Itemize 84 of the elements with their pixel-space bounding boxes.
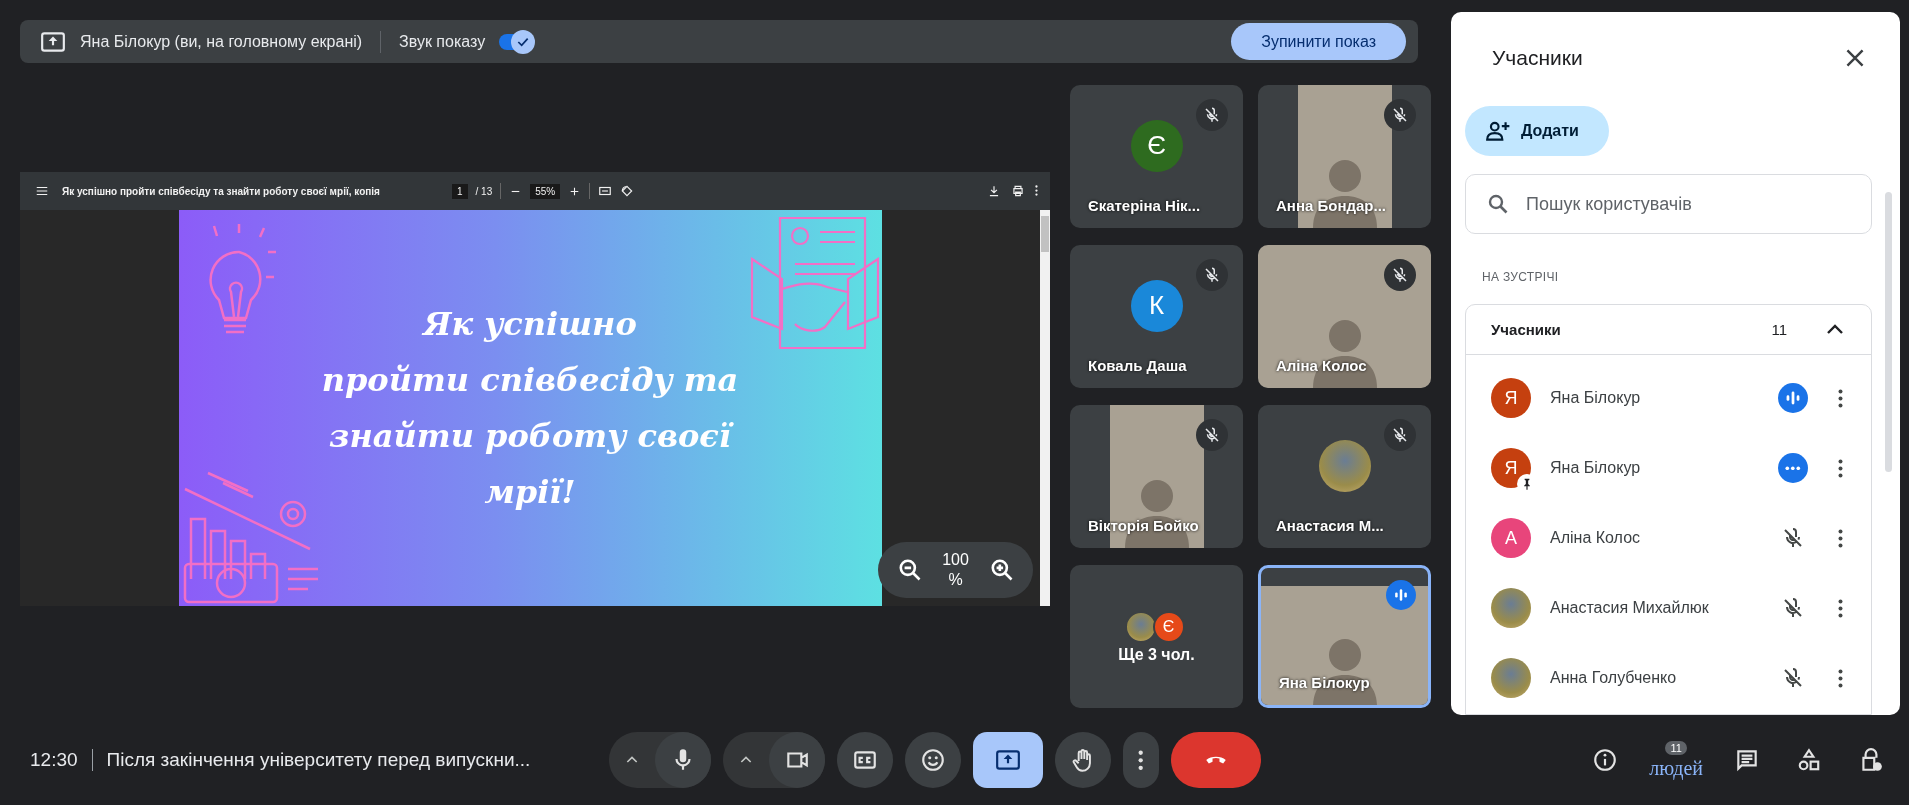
presenter-label: Яна Білокур (ви, на головному екрані) xyxy=(80,32,363,51)
mic-off-icon xyxy=(1203,266,1221,284)
more-options-button[interactable] xyxy=(1838,668,1843,688)
search-icon xyxy=(1486,192,1510,216)
people-button[interactable]: 11 людей xyxy=(1649,741,1703,779)
participant-tile[interactable]: Анастасия М... xyxy=(1258,405,1431,548)
end-call-button[interactable] xyxy=(1170,732,1261,788)
participant-tile[interactable]: Яна Білокур xyxy=(1258,565,1431,708)
participant-tile[interactable]: Є Єкатеріна Нік... xyxy=(1070,85,1243,228)
scrollbar[interactable] xyxy=(1885,192,1892,472)
participant-name: Аліна Колос xyxy=(1276,357,1367,374)
participant-tile[interactable]: Є Ще 3 чол. xyxy=(1070,565,1243,708)
participant-name: Ще 3 чол. xyxy=(1117,646,1196,664)
page-total: / 13 xyxy=(475,185,493,197)
menu-icon xyxy=(35,184,49,198)
more-options-button[interactable] xyxy=(1838,528,1843,548)
more-icon xyxy=(1838,668,1843,688)
participant-name: Яна Білокур xyxy=(1550,459,1642,477)
participant-name: Коваль Даша xyxy=(1088,357,1187,374)
chat-icon xyxy=(1734,747,1760,773)
participant-tile[interactable]: Аліна Колос xyxy=(1258,245,1431,388)
avatar: Є xyxy=(1130,119,1183,172)
panel-title: Учасники xyxy=(1492,46,1583,70)
page-number-field[interactable]: 1 xyxy=(452,183,468,199)
microphone-button[interactable] xyxy=(654,732,711,788)
participant-name: Анастасия М... xyxy=(1276,517,1384,534)
participant-name: Анна Голубченко xyxy=(1550,669,1678,687)
people-label: людей xyxy=(1649,757,1703,779)
dots-icon xyxy=(1785,465,1801,471)
more-icon xyxy=(1838,598,1843,618)
participant-name: Вікторія Бойко xyxy=(1088,517,1199,534)
present-screen-icon xyxy=(994,747,1021,773)
group-header[interactable]: Учасники 11 xyxy=(1466,305,1871,355)
mic-off-icon xyxy=(1203,426,1221,444)
participant-tile[interactable]: Вікторія Бойко xyxy=(1070,405,1243,548)
avatar: А xyxy=(1491,518,1531,558)
more-icon xyxy=(1838,528,1843,548)
avatar: К xyxy=(1130,279,1183,332)
shapes-icon xyxy=(1796,747,1822,773)
sound-label: Звук показу xyxy=(399,32,486,51)
rotate-icon xyxy=(620,184,635,198)
mic-off-icon xyxy=(1203,106,1221,124)
group-label: Учасники xyxy=(1491,321,1562,338)
zoom-field[interactable]: 55% xyxy=(530,183,561,199)
avatar-photo xyxy=(1491,588,1531,628)
count-badge: 11 xyxy=(1665,741,1687,755)
more-options-button[interactable] xyxy=(1122,732,1159,788)
participant-count: 11 xyxy=(1771,321,1787,338)
mic-off-icon xyxy=(1391,266,1409,284)
avatar-photo xyxy=(1491,658,1531,698)
search-field[interactable]: Пошук користувачів xyxy=(1524,192,1851,216)
participant-name: Єкатеріна Нік... xyxy=(1088,197,1201,214)
scrollbar[interactable] xyxy=(1040,210,1050,606)
section-label: НА ЗУСТРІЧІ xyxy=(1481,269,1560,284)
fit-page-icon xyxy=(598,184,613,198)
avatar: Я xyxy=(1491,378,1531,418)
clock: 12:30 xyxy=(30,749,78,771)
present-button[interactable] xyxy=(972,732,1043,788)
more-options-button[interactable] xyxy=(1838,388,1843,408)
participant-tile[interactable]: К Коваль Даша xyxy=(1070,245,1243,388)
participant-name: Яна Білокур xyxy=(1279,674,1370,691)
participant-name: Аліна Колос xyxy=(1550,529,1642,547)
stop-presenting-button[interactable]: Зупинити показ xyxy=(1231,23,1406,60)
add-people-button[interactable]: Додати xyxy=(1465,106,1609,156)
mic-off-icon xyxy=(1391,106,1409,124)
search-bar[interactable]: Пошук користувачів xyxy=(1465,174,1872,234)
more-icon xyxy=(1035,185,1038,197)
mic-off-icon xyxy=(1391,426,1409,444)
more-icon xyxy=(1838,458,1843,478)
more-icon xyxy=(1838,388,1843,408)
participant-name: Анастасия Михайлюк xyxy=(1550,599,1710,617)
smiley-icon xyxy=(919,747,946,773)
camera-button[interactable] xyxy=(768,732,825,788)
zoom-level: 100 % xyxy=(941,550,970,590)
document-title: Як успішно пройти співбесіду та знайти роботу своєї мрії, копія xyxy=(62,185,381,197)
more-options-button[interactable] xyxy=(1838,458,1843,478)
avatar: Є xyxy=(1152,610,1185,643)
slide-title: Як успішно пройти співбесіду та знайти роботу своєї мрії! xyxy=(321,304,739,513)
info-icon xyxy=(1592,747,1619,773)
print-icon xyxy=(1011,184,1026,198)
more-options-button[interactable] xyxy=(1838,598,1843,618)
more-icon xyxy=(1137,749,1144,771)
participant-name: Яна Білокур xyxy=(1550,389,1642,407)
meeting-title: Після закінчення університету перед випускни... xyxy=(106,749,532,771)
